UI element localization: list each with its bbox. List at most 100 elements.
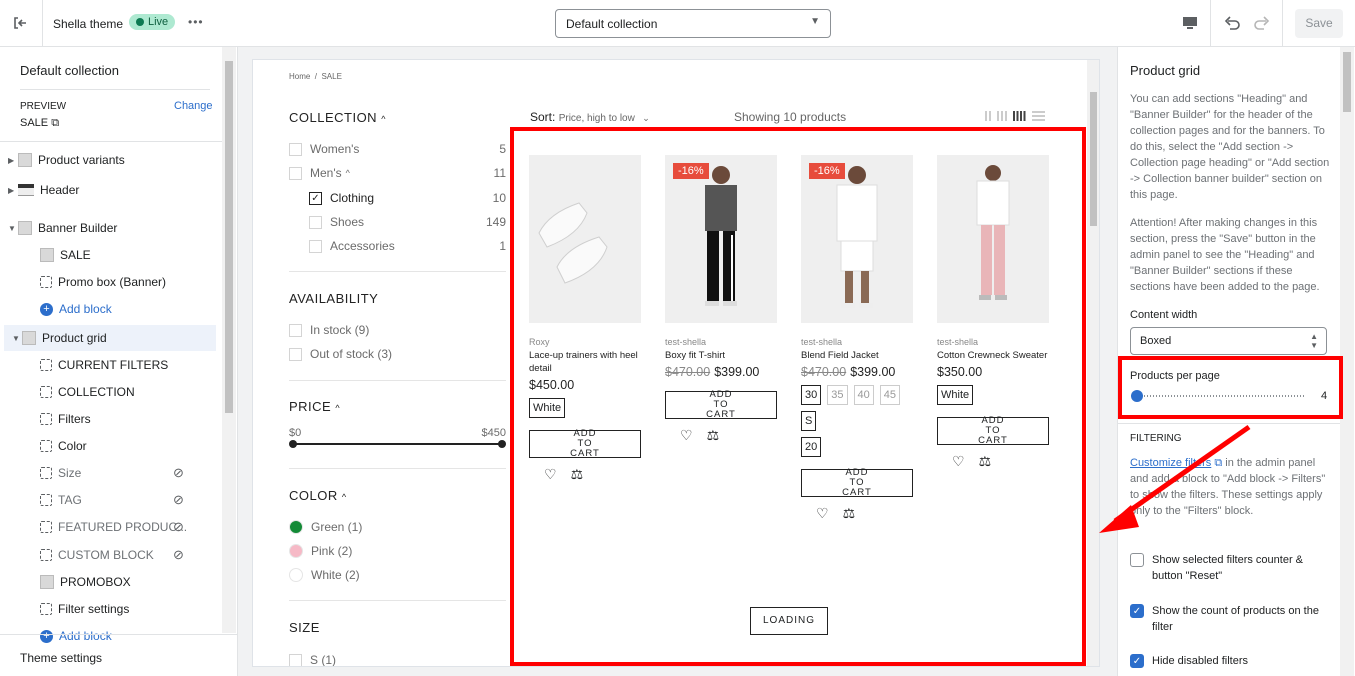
price-filter-title-text: PRICE xyxy=(289,399,332,414)
thumbnail-icon xyxy=(22,331,36,345)
undo-icon[interactable] xyxy=(1222,13,1242,36)
sidebar-title: Default collection xyxy=(20,63,119,78)
content-width-select[interactable]: Boxed ▲ ▼ xyxy=(1130,327,1327,355)
theme-name: Shella theme xyxy=(53,17,124,31)
block-icon xyxy=(40,359,52,371)
tree-item[interactable]: CUSTOM BLOCK ⊘ xyxy=(0,542,222,568)
color-swatch[interactable] xyxy=(289,520,303,534)
preview-scrollbar-thumb[interactable] xyxy=(1090,92,1097,226)
price-slider-track[interactable] xyxy=(293,443,502,445)
redo-icon[interactable] xyxy=(1252,13,1272,36)
checkbox-checked[interactable]: ✓ xyxy=(309,191,322,205)
chevron-down-icon[interactable]: ▼ xyxy=(12,334,22,343)
filter-setting-checkbox[interactable]: ✓ Show the count of products on the filte… xyxy=(1130,603,1330,635)
checkbox[interactable] xyxy=(289,653,302,666)
filter-setting-checkbox[interactable]: ✓ Hide disabled filters xyxy=(1130,653,1330,669)
grid-2-icon[interactable] xyxy=(985,111,991,121)
preview-value-text: SALE xyxy=(20,117,49,129)
tree-item[interactable]: ▼ Banner Builder xyxy=(0,215,222,241)
availability-filter-title[interactable]: AVAILABILITY xyxy=(289,291,378,306)
tree-item[interactable]: COLLECTION xyxy=(0,379,222,405)
eye-off-icon[interactable]: ⊘ xyxy=(173,519,184,535)
filter-option-label: Shoes xyxy=(330,215,365,229)
tree-item[interactable]: CURRENT FILTERS xyxy=(0,352,222,378)
grid-view-switcher[interactable] xyxy=(985,111,1045,121)
grid-3-icon[interactable] xyxy=(997,111,1007,121)
chevron-down-icon[interactable]: ▼ xyxy=(8,224,18,233)
filter-option[interactable]: ✓ Clothing 10 xyxy=(309,191,506,205)
tree-item[interactable]: PROMOBOX xyxy=(0,569,222,595)
color-swatch[interactable] xyxy=(289,544,303,558)
more-actions-button[interactable]: ••• xyxy=(188,15,204,29)
filter-option[interactable]: Accessories 1 xyxy=(309,239,506,253)
external-link-icon[interactable]: ⧉ xyxy=(51,117,59,129)
exit-icon[interactable] xyxy=(12,15,28,31)
checkbox-checked[interactable]: ✓ xyxy=(1130,604,1144,618)
price-slider-min-handle[interactable] xyxy=(289,440,297,448)
checkbox[interactable] xyxy=(309,215,322,229)
sort-control[interactable]: Sort: Price, high to low ⌄ xyxy=(530,110,650,124)
block-icon xyxy=(40,276,52,288)
tree-item[interactable]: Size ⊘ xyxy=(0,460,222,486)
filter-option[interactable]: Men's ^ 11 xyxy=(289,166,506,180)
filter-option[interactable]: S (1) xyxy=(289,653,336,666)
tree-item[interactable]: SALE xyxy=(0,242,222,268)
checkbox[interactable] xyxy=(1130,553,1144,567)
tree-item[interactable]: + Add block xyxy=(0,623,222,649)
checkbox[interactable] xyxy=(289,166,302,180)
desktop-preview-icon[interactable] xyxy=(1182,15,1198,34)
color-filter-title[interactable]: COLOR ^ xyxy=(289,488,347,503)
color-option[interactable]: White (2) xyxy=(289,568,360,582)
save-button[interactable]: Save xyxy=(1295,9,1343,38)
settings-scrollbar-thumb[interactable] xyxy=(1343,52,1351,112)
tree-item[interactable]: Color xyxy=(0,433,222,459)
price-slider-max-handle[interactable] xyxy=(498,440,506,448)
filter-option-label: Accessories xyxy=(330,239,395,253)
tree-item[interactable]: ▼ Product grid xyxy=(4,325,216,351)
preview-value: SALE ⧉ xyxy=(20,117,59,130)
checkbox-label: Show selected filters counter & button "… xyxy=(1152,554,1304,582)
red-arrow-annotation xyxy=(1099,424,1251,533)
size-filter-title[interactable]: SIZE xyxy=(289,620,320,635)
filter-option[interactable]: Shoes 149 xyxy=(309,215,506,229)
tree-item[interactable]: Filters xyxy=(0,406,222,432)
color-option-label: White (2) xyxy=(311,568,360,582)
chevron-right-icon[interactable]: ▶ xyxy=(8,156,18,165)
checkbox-checked[interactable]: ✓ xyxy=(1130,654,1144,668)
chevron-right-icon[interactable]: ▶ xyxy=(8,186,18,195)
checkbox[interactable] xyxy=(289,142,302,156)
color-option[interactable]: Pink (2) xyxy=(289,544,352,558)
tree-item[interactable]: Promo box (Banner) xyxy=(0,269,222,295)
block-icon xyxy=(40,440,52,452)
checkbox[interactable] xyxy=(289,323,302,337)
filter-option[interactable]: Out of stock (3) xyxy=(289,347,392,361)
color-swatch[interactable] xyxy=(289,568,303,582)
eye-off-icon[interactable]: ⊘ xyxy=(173,465,184,481)
grid-4-icon[interactable] xyxy=(1013,111,1026,121)
tree-item[interactable]: TAG ⊘ xyxy=(0,487,222,513)
collection-filter-title[interactable]: COLLECTION ^ xyxy=(289,110,386,125)
eye-off-icon[interactable]: ⊘ xyxy=(173,547,184,563)
tree-item-label: Promo box (Banner) xyxy=(58,275,167,289)
checkbox[interactable] xyxy=(289,347,302,361)
theme-settings-link[interactable]: Theme settings xyxy=(20,651,102,665)
price-filter-title[interactable]: PRICE ^ xyxy=(289,399,340,414)
color-option[interactable]: Green (1) xyxy=(289,520,362,534)
live-badge: Live xyxy=(129,14,176,30)
tree-item[interactable]: ▶ Product variants xyxy=(0,147,222,173)
filter-option[interactable]: Women's 5 xyxy=(289,142,506,156)
thumbnail-icon xyxy=(40,575,54,589)
template-select[interactable]: Default collection ▼ xyxy=(555,9,831,38)
tree-item[interactable]: Filter settings xyxy=(0,596,222,622)
tree-item[interactable]: ▶ Header xyxy=(0,177,222,203)
checkbox[interactable] xyxy=(309,239,322,253)
sidebar-scrollbar-thumb[interactable] xyxy=(225,61,233,413)
list-view-icon[interactable] xyxy=(1032,111,1045,121)
tree-item[interactable]: FEATURED PRODUC... ⊘ xyxy=(0,514,222,540)
change-preview-link[interactable]: Change xyxy=(174,100,213,112)
settings-description: You can add sections "Heading" and "Bann… xyxy=(1130,93,1330,201)
eye-off-icon[interactable]: ⊘ xyxy=(173,492,184,508)
tree-item[interactable]: + Add block xyxy=(0,296,222,322)
filter-option[interactable]: In stock (9) xyxy=(289,323,369,337)
filter-setting-checkbox[interactable]: Show selected filters counter & button "… xyxy=(1130,552,1330,584)
